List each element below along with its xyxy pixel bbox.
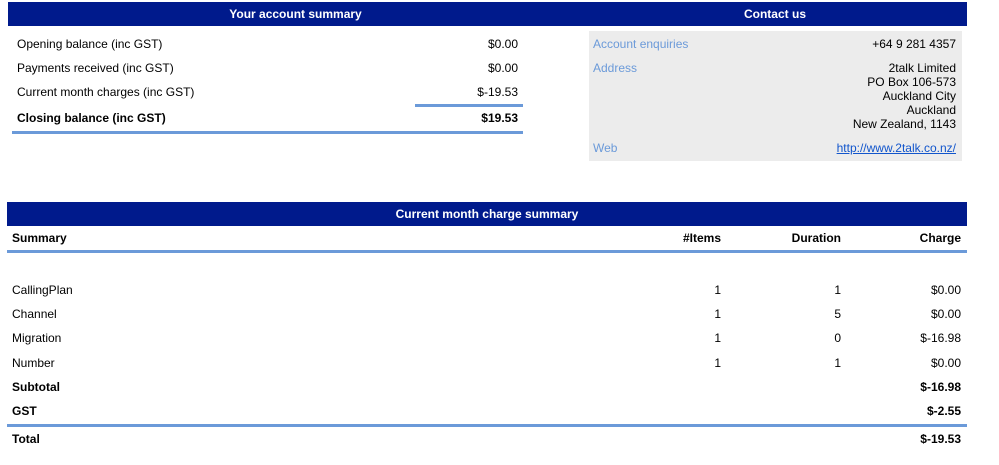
address-line-region: Auckland <box>906 103 956 117</box>
column-charge: Charge <box>919 231 961 245</box>
payments-received-label: Payments received (inc GST) <box>17 61 174 75</box>
table-row-duration: 5 <box>834 307 841 321</box>
table-row-duration: 1 <box>834 283 841 297</box>
table-row-items: 1 <box>714 307 721 321</box>
column-summary: Summary <box>12 231 67 245</box>
table-row-charge: $0.00 <box>930 307 961 321</box>
account-enquiries-phone: +64 9 281 4357 <box>872 37 956 51</box>
table-row-items: 1 <box>714 356 721 370</box>
closing-balance-value: $19.53 <box>481 111 518 125</box>
total-charge: $-19.53 <box>920 432 961 446</box>
gst-charge: $-2.55 <box>926 404 961 418</box>
closing-balance-label: Closing balance (inc GST) <box>17 111 166 125</box>
table-header-rule <box>7 250 967 253</box>
table-row-charge: $-16.98 <box>920 331 961 345</box>
charge-summary-header: Current month charge summary <box>7 202 967 226</box>
account-enquiries-label: Account enquiries <box>593 37 689 51</box>
closing-balance-top-rule <box>415 104 523 107</box>
address-label: Address <box>593 61 638 75</box>
address-line-po-box: PO Box 106-573 <box>867 75 956 89</box>
current-month-charges-value: $-19.53 <box>477 85 518 99</box>
payments-received-value: $0.00 <box>487 61 518 75</box>
current-month-charges-label: Current month charges (inc GST) <box>17 85 195 99</box>
opening-balance-value: $0.00 <box>487 37 518 51</box>
web-label: Web <box>593 141 618 155</box>
web-link[interactable]: http://www.2talk.co.nz/ <box>837 141 956 155</box>
table-row-items: 1 <box>714 331 721 345</box>
account-summary-bottom-rule <box>12 131 523 134</box>
subtotal-label: Subtotal <box>12 380 60 394</box>
contact-header: Contact us <box>583 2 967 26</box>
table-row-items: 1 <box>714 283 721 297</box>
table-row-charge: $0.00 <box>930 356 961 370</box>
table-row-summary: CallingPlan <box>12 283 73 297</box>
table-row-summary: Number <box>12 356 55 370</box>
address-line-country: New Zealand, 1143 <box>852 117 956 131</box>
table-row-duration: 1 <box>834 356 841 370</box>
table-row-summary: Migration <box>12 331 62 345</box>
column-items: #Items <box>682 231 721 245</box>
subtotal-charge: $-16.98 <box>920 380 961 394</box>
opening-balance-label: Opening balance (inc GST) <box>17 37 163 51</box>
total-label: Total <box>12 432 40 446</box>
total-rule <box>7 424 967 427</box>
table-row-charge: $0.00 <box>930 283 961 297</box>
address-line-company: 2talk Limited <box>888 61 956 75</box>
address-line-city: Auckland City <box>882 89 956 103</box>
gst-label: GST <box>12 404 37 418</box>
column-duration: Duration <box>791 231 841 245</box>
table-row-duration: 0 <box>834 331 841 345</box>
account-summary-header: Your account summary <box>8 2 583 26</box>
table-row-summary: Channel <box>12 307 57 321</box>
